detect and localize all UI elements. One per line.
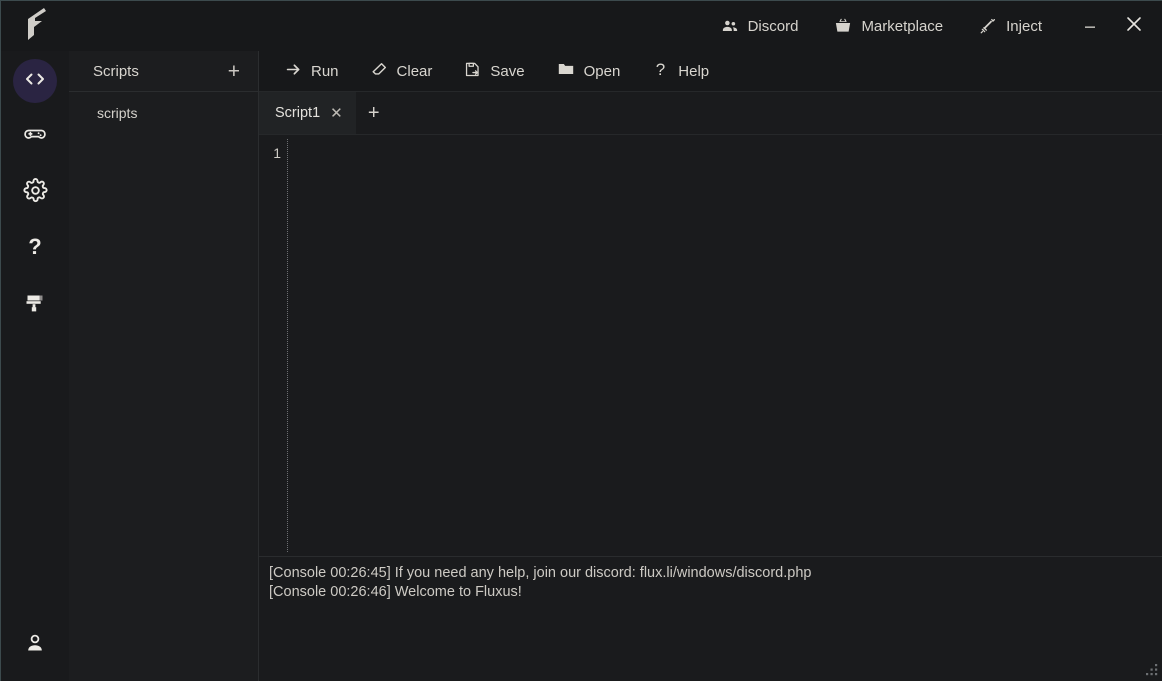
open-label: Open [583, 62, 621, 80]
basket-icon [834, 17, 852, 35]
console-line: [Console 00:26:45] If you need any help,… [269, 565, 812, 581]
editor-toolbar: Run Clear Save Open ? Help [259, 51, 1162, 92]
arrow-right-icon [285, 61, 302, 82]
scripts-panel-title: Scripts [93, 62, 139, 80]
gamepad-icon [22, 122, 48, 153]
open-button[interactable]: Open [545, 55, 633, 87]
discord-button[interactable]: Discord [711, 11, 809, 41]
minimize-button[interactable] [1068, 1, 1112, 51]
eraser-icon [371, 61, 388, 82]
editor-tabbar: Script1 ✕ + [259, 92, 1162, 135]
console-line: [Console 00:26:46] Welcome to Fluxus! [269, 583, 522, 600]
folder-icon [557, 60, 575, 82]
sidebar-item-settings[interactable] [13, 171, 57, 215]
inject-button[interactable]: Inject [969, 11, 1052, 41]
code-editor[interactable]: 1 [259, 135, 1162, 557]
scripts-panel-header: Scripts + [69, 51, 258, 92]
line-number-gutter: 1 [273, 145, 281, 161]
svg-text:?: ? [28, 234, 41, 259]
fluxus-f-logo-icon [22, 7, 48, 46]
gear-icon [22, 178, 48, 208]
main-area: Run Clear Save Open ? Help Script1 ✕ + 1… [259, 51, 1162, 681]
title-bar: Discord Marketplace Inject [1, 1, 1162, 51]
clear-label: Clear [396, 62, 433, 80]
people-icon [721, 17, 739, 35]
resize-grip[interactable] [1143, 662, 1159, 678]
save-as-icon [464, 61, 481, 82]
new-tab-button[interactable]: + [356, 92, 392, 134]
tab-label: Script1 [275, 105, 321, 121]
save-button[interactable]: Save [452, 56, 536, 87]
window-body: ? Scripts + scripts Run Clear Save Open … [1, 51, 1162, 681]
run-label: Run [311, 62, 339, 80]
save-label: Save [490, 62, 525, 80]
tab-close-icon[interactable]: ✕ [330, 106, 343, 121]
inject-label: Inject [1006, 17, 1042, 35]
close-button[interactable] [1112, 1, 1156, 51]
add-script-button[interactable]: + [224, 61, 244, 82]
question-mark-icon: ? [22, 234, 48, 265]
sidebar-item-account[interactable] [13, 623, 57, 667]
console-output: [Console 00:26:45] If you need any help,… [259, 557, 1162, 681]
minimize-icon [1083, 17, 1097, 36]
code-input-area[interactable] [288, 135, 1162, 556]
scripts-list: scripts [69, 92, 258, 125]
tab-script1[interactable]: Script1 ✕ [259, 92, 356, 134]
question-mark-icon: ? [652, 60, 669, 82]
scripts-panel: Scripts + scripts [69, 51, 259, 681]
run-button[interactable]: Run [273, 56, 351, 87]
icon-rail: ? [1, 51, 69, 681]
sidebar-item-help[interactable]: ? [13, 227, 57, 271]
code-icon [23, 67, 47, 96]
fluxus-window: Discord Marketplace Inject ? Scripts + s… [0, 0, 1162, 681]
svg-text:?: ? [656, 60, 665, 78]
sidebar-item-editor[interactable] [13, 59, 57, 103]
list-item[interactable]: scripts [69, 101, 258, 125]
close-icon [1124, 14, 1144, 39]
clear-button[interactable]: Clear [359, 56, 445, 87]
marketplace-button[interactable]: Marketplace [824, 11, 953, 41]
help-button[interactable]: ? Help [640, 55, 721, 87]
syringe-icon [979, 17, 997, 35]
app-logo [1, 1, 69, 51]
marketplace-label: Marketplace [861, 17, 944, 35]
person-icon [23, 631, 47, 660]
discord-label: Discord [747, 17, 799, 35]
paintbrush-icon [23, 291, 47, 320]
help-label: Help [678, 62, 710, 80]
sidebar-item-games[interactable] [13, 115, 57, 159]
sidebar-item-themes[interactable] [13, 283, 57, 327]
